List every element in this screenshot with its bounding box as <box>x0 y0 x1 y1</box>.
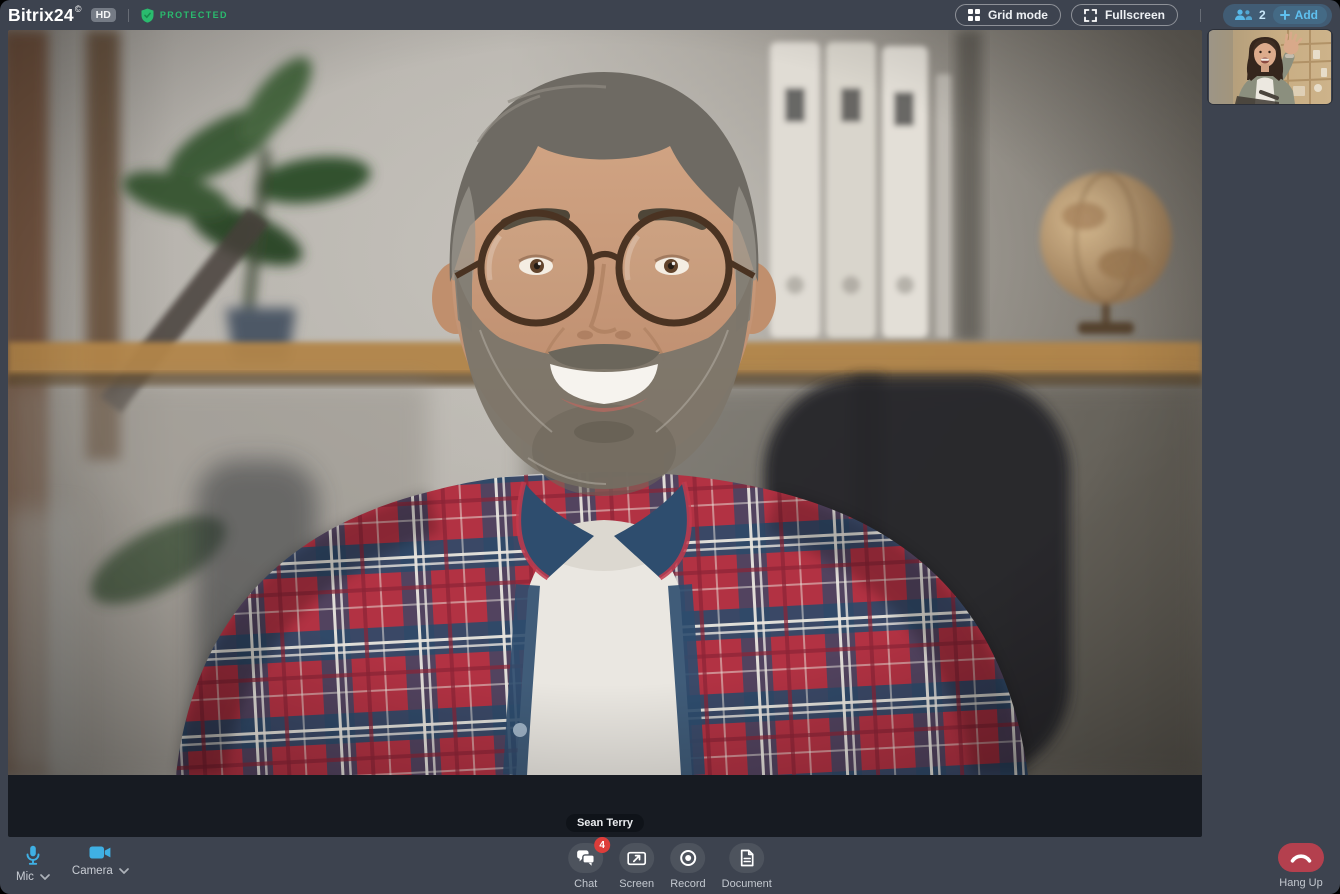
grid-mode-label: Grid mode <box>988 8 1048 22</box>
chevron-down-icon[interactable] <box>119 868 129 874</box>
hd-badge: HD <box>91 8 116 23</box>
people-icon <box>1234 9 1252 21</box>
device-controls: Mic Camera <box>16 845 129 883</box>
video-call-window: Bitrix24© HD PROTECTED Grid mode <box>0 0 1340 894</box>
logo-text: Bitrix24 <box>8 5 74 25</box>
hangup-button[interactable]: Hang Up <box>1278 843 1324 889</box>
chat-label: Chat <box>574 878 597 890</box>
mic-label: Mic <box>16 871 34 883</box>
record-label: Record <box>670 878 705 890</box>
logo-copyright: © <box>75 4 82 14</box>
document-label: Document <box>722 878 772 890</box>
protected-badge: PROTECTED <box>141 8 228 23</box>
document-icon <box>740 849 754 867</box>
chevron-down-icon[interactable] <box>40 874 50 880</box>
document-button[interactable]: Document <box>722 843 772 890</box>
camera-icon <box>89 845 111 860</box>
grid-icon <box>968 9 980 21</box>
screen-share-icon <box>627 851 646 866</box>
main-video-tile: Sean Terry <box>8 30 1202 837</box>
chat-icon <box>576 849 595 867</box>
bitrix24-logo: Bitrix24© <box>8 5 82 25</box>
add-label: Add <box>1295 8 1318 22</box>
protected-label: PROTECTED <box>160 10 228 20</box>
header-right: Grid mode Fullscreen 2 Add <box>955 4 1332 27</box>
self-view-video <box>1208 30 1332 104</box>
hangup-label: Hang Up <box>1279 877 1322 889</box>
screen-share-button[interactable]: Screen <box>619 843 654 890</box>
plus-icon <box>1280 10 1290 20</box>
participants-count: 2 <box>1259 8 1266 22</box>
header-divider <box>128 9 129 22</box>
participant-name: Sean Terry <box>577 817 633 829</box>
record-button[interactable]: Record <box>670 843 705 890</box>
mic-icon <box>25 845 41 866</box>
mic-button[interactable]: Mic <box>16 845 50 883</box>
header: Bitrix24© HD PROTECTED Grid mode <box>0 0 1340 30</box>
header-left: Bitrix24© HD PROTECTED <box>8 5 228 25</box>
hangup-icon <box>1289 852 1313 863</box>
add-participant-button[interactable]: Add <box>1273 6 1327 24</box>
call-controls-toolbar: Mic Camera <box>0 837 1340 894</box>
screen-label: Screen <box>619 878 654 890</box>
call-action-buttons: 4 Chat Screen <box>568 843 772 890</box>
header-divider <box>1200 9 1201 22</box>
chat-button[interactable]: 4 Chat <box>568 843 603 890</box>
grid-mode-button[interactable]: Grid mode <box>955 4 1061 26</box>
camera-button[interactable]: Camera <box>72 845 129 883</box>
participants-pill[interactable]: 2 Add <box>1223 4 1332 27</box>
self-view-thumbnail[interactable] <box>1208 30 1332 104</box>
fullscreen-button[interactable]: Fullscreen <box>1071 4 1178 26</box>
record-icon <box>679 849 697 867</box>
fullscreen-label: Fullscreen <box>1105 8 1165 22</box>
shield-icon <box>141 8 154 23</box>
chat-unread-badge: 4 <box>594 837 610 853</box>
fullscreen-icon <box>1084 9 1097 22</box>
camera-label: Camera <box>72 865 113 877</box>
remote-video <box>8 30 1202 775</box>
participant-name-badge: Sean Terry <box>566 814 644 832</box>
